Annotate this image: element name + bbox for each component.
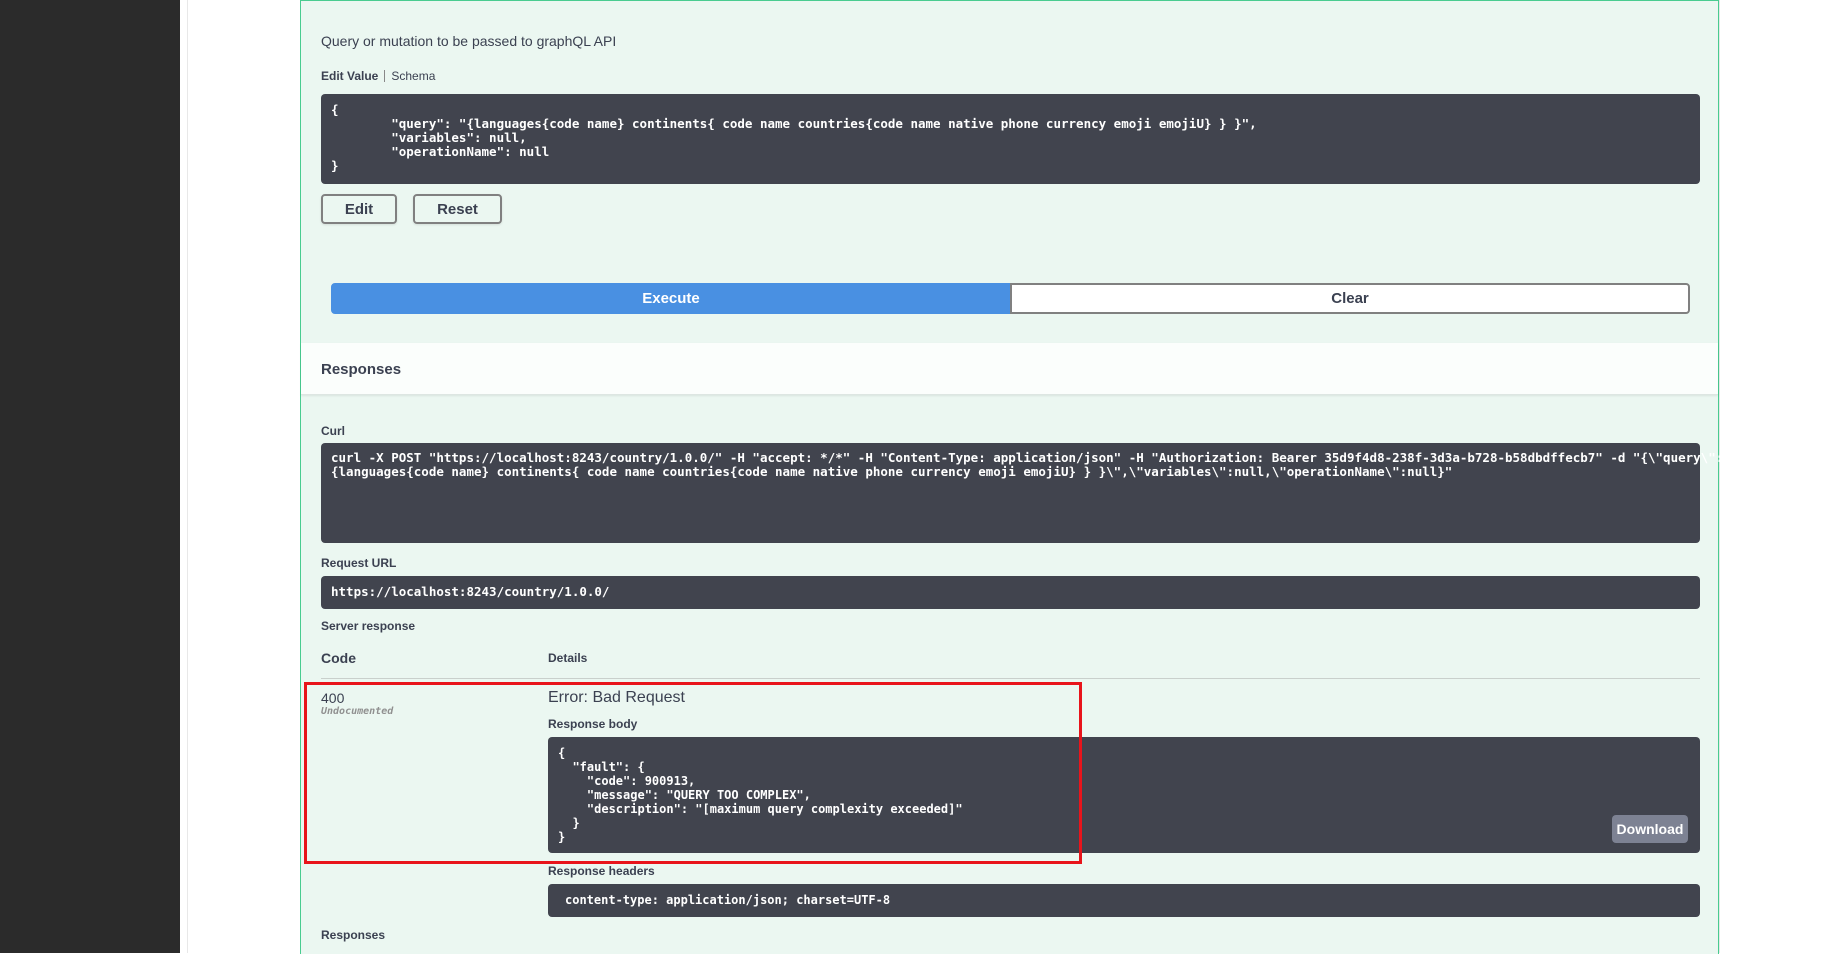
curl-line: curl -X POST "https://localhost:8243/cou… bbox=[331, 450, 1739, 465]
request-body-line: "operationName": null bbox=[331, 144, 550, 159]
response-body-line: "description": "[maximum query complexit… bbox=[558, 802, 963, 816]
response-body-line: "fault": { bbox=[558, 760, 645, 774]
clear-button[interactable]: Clear bbox=[1010, 283, 1690, 314]
request-url-box: https://localhost:8243/country/1.0.0/ bbox=[321, 576, 1700, 609]
value-tabs: Edit Value Schema bbox=[321, 69, 435, 83]
request-body-line: "variables": null, bbox=[331, 130, 527, 145]
request-body-text: { "query": "{languages{code name} contin… bbox=[331, 103, 1690, 173]
left-dark-sidebar bbox=[0, 0, 180, 953]
response-body-line: { bbox=[558, 746, 566, 760]
response-body-line: } bbox=[558, 816, 580, 830]
reset-button[interactable]: Reset bbox=[413, 194, 502, 224]
table-header-divider bbox=[321, 678, 1700, 679]
tab-divider bbox=[384, 70, 386, 82]
operation-block: Query or mutation to be passed to graphQ… bbox=[300, 0, 1738, 954]
response-body-line: "message": "QUERY TOO COMPLEX", bbox=[558, 788, 811, 802]
request-url-value: https://localhost:8243/country/1.0.0/ bbox=[331, 584, 610, 599]
responses-header-bar: Responses bbox=[301, 343, 1718, 395]
server-response-label: Server response bbox=[321, 619, 416, 633]
response-body-text: { "fault": { "code": 900913, "message": … bbox=[558, 746, 1690, 844]
tab-edit-value[interactable]: Edit Value bbox=[321, 69, 378, 83]
parameter-description: Query or mutation to be passed to graphQ… bbox=[321, 33, 617, 49]
request-body-line: "query": "{languages{code name} continen… bbox=[331, 116, 1257, 131]
error-title: Error: Bad Request bbox=[548, 689, 685, 706]
response-headers-box: content-type: application/json; charset=… bbox=[548, 884, 1700, 917]
tab-schema[interactable]: Schema bbox=[391, 69, 435, 83]
response-body-line: } bbox=[558, 830, 566, 844]
response-body-label: Response body bbox=[548, 717, 638, 731]
download-button[interactable]: Download bbox=[1612, 815, 1688, 843]
request-url-label: Request URL bbox=[321, 556, 397, 570]
responses-footer-title: Responses bbox=[321, 928, 386, 942]
execute-button[interactable]: Execute bbox=[331, 283, 1011, 314]
details-column-header: Details bbox=[548, 651, 588, 665]
response-body-box: { "fault": { "code": 900913, "message": … bbox=[548, 737, 1700, 853]
edit-button[interactable]: Edit bbox=[321, 194, 397, 224]
curl-command-text: curl -X POST "https://localhost:8243/cou… bbox=[331, 451, 1738, 479]
request-body-line: } bbox=[331, 158, 339, 173]
request-body-editor[interactable]: { "query": "{languages{code name} contin… bbox=[321, 94, 1700, 184]
response-headers-label: Response headers bbox=[548, 864, 655, 878]
responses-title: Responses bbox=[321, 361, 402, 378]
curl-command-box: curl -X POST "https://localhost:8243/cou… bbox=[321, 443, 1738, 543]
response-body-line: "code": 900913, bbox=[558, 774, 696, 788]
response-code-note: Undocumented bbox=[321, 706, 394, 717]
curl-label: Curl bbox=[321, 424, 345, 438]
request-body-line: { bbox=[331, 102, 339, 117]
response-headers-value: content-type: application/json; charset=… bbox=[565, 893, 891, 907]
curl-line: {languages{code name} continents{ code n… bbox=[331, 464, 1453, 479]
response-code: 400 bbox=[321, 690, 345, 706]
code-column-header: Code bbox=[321, 650, 356, 666]
